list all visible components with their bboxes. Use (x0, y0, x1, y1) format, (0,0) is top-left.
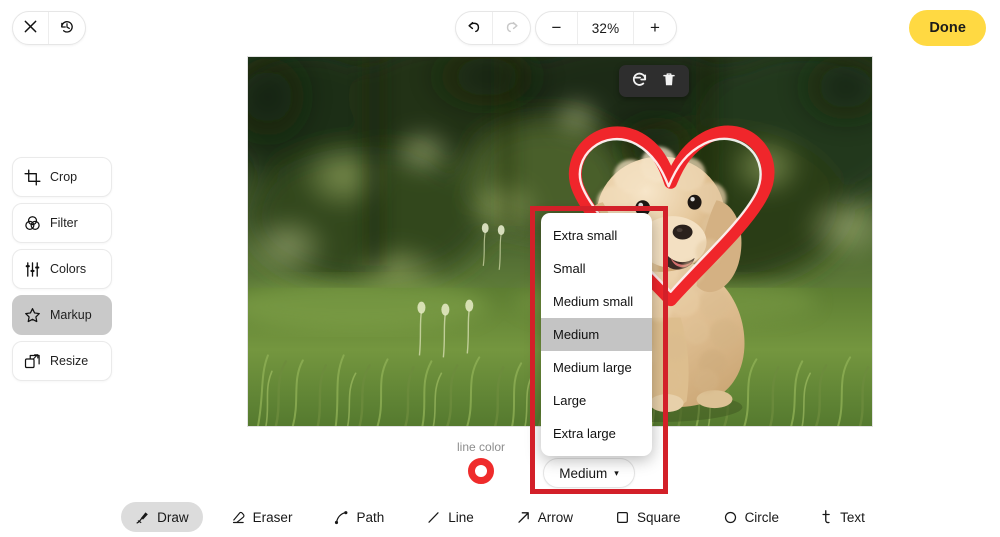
tool-label: Path (356, 509, 385, 525)
dropdown-option[interactable]: Extra large (541, 417, 652, 450)
dropdown-option[interactable]: Medium large (541, 351, 652, 384)
trash-icon (661, 71, 677, 91)
undo-button[interactable] (456, 12, 493, 44)
close-button[interactable] (13, 12, 49, 44)
tool-label: Circle (744, 509, 780, 525)
line-color-option: line color (457, 440, 505, 484)
history-revert-icon (59, 19, 75, 38)
zoom-controls-group: − 32% + (535, 11, 677, 45)
line-icon (426, 510, 441, 525)
sidebar-item-markup[interactable]: Markup (12, 295, 112, 335)
square-icon (615, 510, 630, 525)
path-curve-icon (334, 510, 349, 525)
arrow-icon (516, 510, 531, 525)
dropdown-option-selected[interactable]: Medium (541, 318, 652, 351)
tool-label: Arrow (537, 509, 574, 525)
undo-arrow-icon (466, 19, 482, 38)
sidebar-item-label: Filter (50, 216, 78, 230)
crop-icon (24, 168, 41, 186)
image-editor-app: − 32% + Done Crop Filter Colors Markup R… (0, 0, 1000, 537)
line-width-select[interactable]: Medium ▾ (543, 458, 635, 488)
pen-draw-icon (135, 510, 150, 525)
close-history-group (12, 11, 86, 45)
zoom-level-value[interactable]: 32% (578, 12, 634, 44)
redo-button[interactable] (493, 12, 530, 44)
sidebar-item-crop[interactable]: Crop (12, 157, 112, 197)
sidebar-item-label: Colors (50, 262, 87, 276)
resize-icon (24, 353, 41, 370)
rotate-redo-button[interactable] (626, 70, 652, 92)
tool-eraser[interactable]: Eraser (217, 502, 307, 532)
tool-label: Eraser (252, 509, 293, 525)
undo-redo-group (455, 11, 531, 45)
filter-icon (24, 215, 41, 232)
colors-sliders-icon (24, 261, 41, 278)
line-color-swatch[interactable] (468, 458, 495, 484)
tool-arrow[interactable]: Arrow (502, 502, 587, 532)
redo-arrow-icon (504, 19, 520, 38)
revert-history-button[interactable] (49, 12, 85, 44)
tool-text[interactable]: Text (807, 502, 879, 532)
tool-path[interactable]: Path (320, 502, 398, 532)
sidebar-item-label: Markup (50, 308, 92, 322)
tool-label: Text (840, 509, 865, 525)
chevron-down-icon: ▾ (614, 467, 619, 478)
object-actions-toolbar (619, 65, 689, 97)
done-button[interactable]: Done (909, 10, 986, 46)
dropdown-option[interactable]: Small (541, 252, 652, 285)
tool-square[interactable]: Square (601, 502, 695, 532)
tool-label: Draw (157, 509, 189, 525)
dropdown-option[interactable]: Large (541, 384, 652, 417)
dropdown-option[interactable]: Extra small (541, 219, 652, 252)
star-markup-icon (24, 307, 41, 324)
tool-circle[interactable]: Circle (709, 502, 794, 532)
sidebar-item-filter[interactable]: Filter (12, 203, 112, 243)
tool-draw[interactable]: Draw (121, 502, 203, 532)
text-t-icon (821, 509, 833, 525)
line-color-label: line color (457, 440, 506, 454)
markup-tools-bar: Draw Eraser Path Line Arrow Square Circl… (0, 497, 1000, 537)
editor-sidebar: Crop Filter Colors Markup Resize (12, 157, 112, 387)
eraser-icon (231, 510, 246, 525)
sidebar-item-label: Resize (50, 354, 89, 368)
dropdown-option[interactable]: Medium small (541, 285, 652, 318)
circle-icon (723, 510, 738, 525)
top-toolbar: − 32% + Done (0, 0, 1000, 56)
sidebar-item-colors[interactable]: Colors (12, 249, 112, 289)
line-width-dropdown[interactable]: Extra small Small Medium small Medium Me… (541, 213, 652, 456)
delete-object-button[interactable] (656, 70, 682, 92)
tool-label: Square (637, 509, 681, 525)
zoom-out-button[interactable]: − (536, 12, 578, 44)
line-width-value: Medium (559, 465, 608, 481)
rotate-redo-icon (631, 71, 648, 91)
zoom-in-button[interactable]: + (634, 12, 676, 44)
sidebar-item-label: Crop (50, 170, 78, 184)
tool-line[interactable]: Line (412, 502, 488, 532)
sidebar-item-resize[interactable]: Resize (12, 341, 112, 381)
close-icon (23, 19, 38, 37)
tool-label: Line (448, 509, 474, 525)
